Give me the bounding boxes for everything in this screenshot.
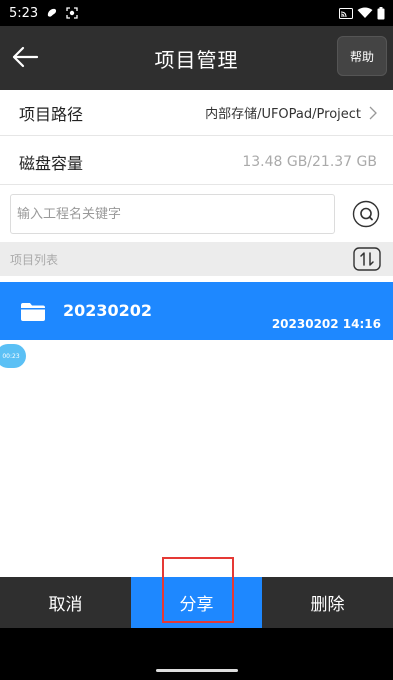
disk-capacity-row: 磁盘容量 13.48 GB/21.37 GB (0, 139, 393, 185)
delete-button[interactable]: 删除 (262, 577, 393, 628)
blob-icon (48, 8, 57, 17)
project-path-value: 内部存储/UFOPad/Project (205, 107, 361, 122)
status-right (339, 6, 385, 20)
project-list-item[interactable]: 20230202 20230202 14:16 (0, 282, 393, 340)
chevron-right-icon (369, 106, 377, 119)
project-date: 20230202 14:16 (271, 317, 381, 331)
system-nav-bar (0, 628, 393, 680)
project-list-header: 项目列表 (0, 242, 393, 276)
status-left: 5:23 (9, 6, 78, 21)
page-title: 项目管理 (154, 48, 239, 72)
sort-button[interactable] (353, 247, 381, 271)
folder-icon (21, 303, 45, 321)
search-button[interactable] (352, 200, 380, 228)
search-input[interactable] (10, 194, 335, 234)
bottom-action-bar: 取消 分享 删除 (0, 577, 393, 628)
battery-icon (377, 6, 385, 19)
share-button[interactable]: 分享 (131, 577, 262, 628)
search-bar (10, 194, 388, 234)
cancel-button[interactable]: 取消 (0, 577, 131, 628)
status-bar: 5:23 (0, 0, 393, 26)
search-icon (352, 200, 380, 228)
app-bar: 项目管理 帮助 (0, 26, 393, 90)
focus-icon (66, 7, 78, 19)
project-path-value-wrap: 内部存储/UFOPad/Project (205, 103, 377, 122)
status-time: 5:23 (9, 5, 39, 21)
project-path-row[interactable]: 项目路径 内部存储/UFOPad/Project (0, 90, 393, 136)
project-name: 20230202 (63, 301, 153, 320)
sort-icon (353, 247, 381, 271)
project-list-label: 项目列表 (10, 252, 59, 267)
help-button[interactable]: 帮助 (337, 36, 387, 76)
disk-capacity-value: 13.48 GB/21.37 GB (242, 153, 377, 170)
project-path-label: 项目路径 (19, 104, 84, 124)
floating-timer-badge[interactable]: 00:23 (0, 344, 26, 368)
disk-capacity-label: 磁盘容量 (19, 153, 84, 173)
gesture-handle[interactable] (156, 669, 238, 672)
cast-icon (339, 7, 353, 19)
wifi-icon (357, 7, 373, 18)
